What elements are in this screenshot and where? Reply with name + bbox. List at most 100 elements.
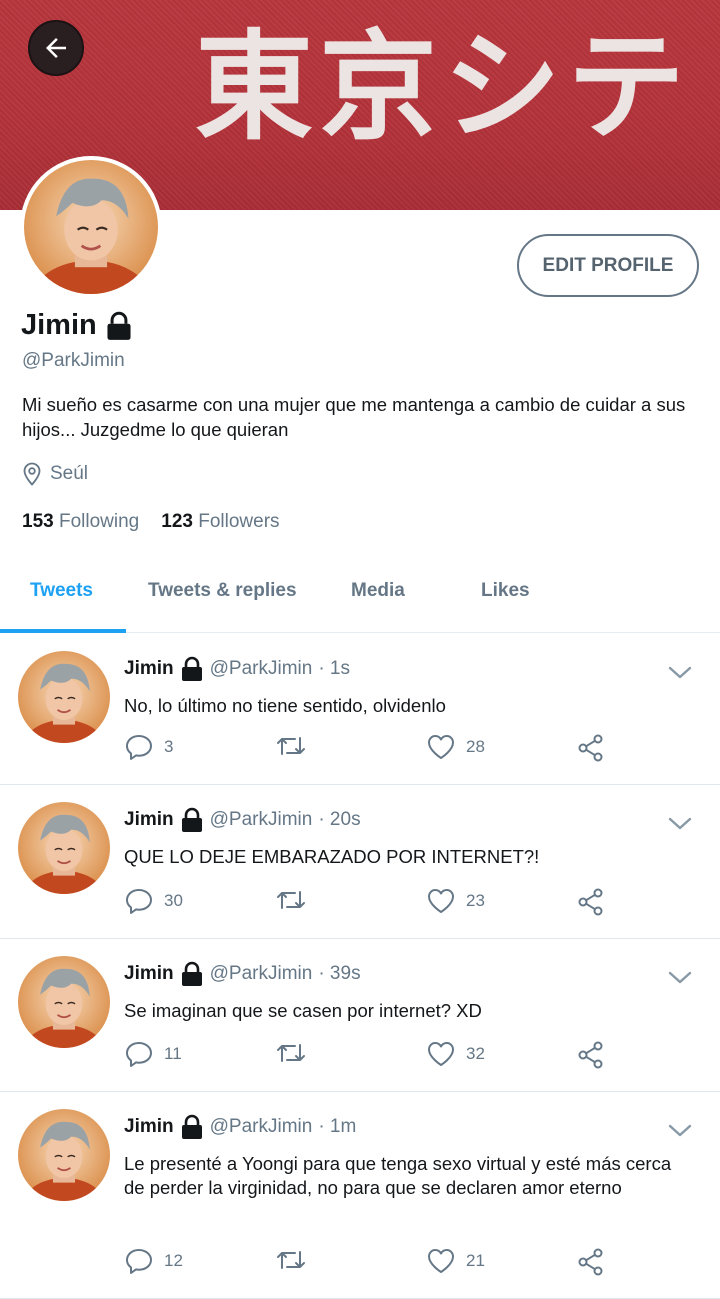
retweet-button[interactable]	[274, 733, 308, 759]
reply-count: 11	[164, 1044, 182, 1063]
arrow-left-icon	[46, 38, 66, 58]
followers-count: 123	[161, 511, 193, 532]
tweet-timestamp[interactable]: · 1m	[318, 1116, 356, 1138]
edit-profile-button[interactable]: EDIT PROFILE	[517, 234, 699, 297]
share-icon	[578, 1248, 603, 1276]
lock-icon	[107, 311, 131, 340]
tweet-text: No, lo último no tiene sentido, olvidenl…	[124, 695, 446, 716]
retweet-icon	[277, 737, 305, 755]
tweet-actions: 30 23	[124, 887, 624, 919]
tweet-timestamp[interactable]: · 39s	[318, 963, 360, 985]
tweet[interactable]: Jimin @ParkJimin · 39s Se imaginan que s…	[0, 939, 720, 1092]
tweet-author-handle[interactable]: @ParkJimin	[210, 963, 313, 985]
lock-icon	[181, 1114, 202, 1139]
like-button[interactable]: 23	[426, 887, 485, 915]
tweet-header: Jimin @ParkJimin · 20s	[124, 807, 361, 833]
tweet-actions: 3 28	[124, 733, 624, 765]
followers-link[interactable]: 123 Followers	[161, 511, 279, 533]
tweet-actions: 12 21	[124, 1247, 624, 1279]
tweet-avatar[interactable]	[18, 651, 110, 743]
tweet-header: Jimin @ParkJimin · 39s	[124, 961, 361, 987]
tweet-avatar[interactable]	[18, 956, 110, 1048]
tweet-header: Jimin @ParkJimin · 1m	[124, 1114, 356, 1140]
share-button[interactable]	[576, 1247, 606, 1277]
following-link[interactable]: 153 Following	[22, 511, 139, 533]
tab-tweets[interactable]: Tweets	[30, 580, 93, 602]
like-count: 28	[466, 737, 485, 756]
lock-icon	[181, 807, 202, 832]
tweet-timestamp[interactable]: · 20s	[318, 809, 360, 831]
active-tab-indicator	[0, 629, 126, 633]
reply-icon	[126, 889, 152, 914]
like-button[interactable]: 21	[426, 1247, 485, 1275]
tweet-author-name[interactable]: Jimin	[124, 658, 174, 680]
lock-icon	[181, 961, 202, 986]
chevron-down-icon[interactable]	[666, 1120, 694, 1140]
share-icon	[578, 734, 603, 762]
heart-icon	[428, 1249, 454, 1273]
following-label: Following	[58, 511, 140, 532]
tab-tweets-replies[interactable]: Tweets & replies	[148, 580, 297, 602]
like-button[interactable]: 32	[426, 1040, 485, 1068]
reply-icon	[126, 1249, 152, 1274]
reply-button[interactable]: 12	[124, 1247, 183, 1275]
retweet-icon	[277, 891, 305, 909]
tweet-text: Se imaginan que se casen por internet? X…	[124, 1000, 482, 1021]
tweet-author-handle[interactable]: @ParkJimin	[210, 658, 313, 680]
reply-count: 3	[164, 737, 174, 756]
avatar-image	[24, 160, 158, 294]
reply-count: 12	[164, 1251, 183, 1270]
reply-button[interactable]: 11	[124, 1040, 182, 1068]
avatar-image	[18, 802, 110, 894]
tweet-menu-button[interactable]	[666, 1120, 694, 1145]
profile-name-row: Jimin	[21, 309, 133, 342]
share-button[interactable]	[576, 887, 606, 917]
profile-name: Jimin	[21, 309, 97, 341]
follow-stats: 153 Following 123 Followers	[22, 511, 280, 533]
profile-avatar[interactable]	[20, 156, 162, 298]
tweet[interactable]: Jimin @ParkJimin · 1s No, lo último no t…	[0, 634, 720, 785]
reply-icon	[126, 735, 152, 760]
chevron-down-icon[interactable]	[666, 662, 694, 682]
lock-icon	[181, 656, 202, 681]
chevron-down-icon[interactable]	[666, 813, 694, 833]
chevron-down-icon[interactable]	[666, 967, 694, 987]
tweet[interactable]: Jimin @ParkJimin · 1m Le presenté a Yoon…	[0, 1092, 720, 1299]
tweet-avatar[interactable]	[18, 802, 110, 894]
retweet-button[interactable]	[274, 1040, 308, 1066]
tweet-header: Jimin @ParkJimin · 1s	[124, 656, 350, 682]
share-icon	[578, 1041, 603, 1069]
tab-media[interactable]: Media	[351, 580, 405, 602]
reply-button[interactable]: 30	[124, 887, 183, 915]
retweet-icon	[277, 1251, 305, 1269]
tweet-author-handle[interactable]: @ParkJimin	[210, 1116, 313, 1138]
reply-button[interactable]: 3	[124, 733, 173, 761]
tweet-avatar[interactable]	[18, 1109, 110, 1201]
tweet-actions: 11 32	[124, 1040, 624, 1072]
like-button[interactable]: 28	[426, 733, 485, 761]
share-button[interactable]	[576, 733, 606, 763]
tweet-author-name[interactable]: Jimin	[124, 963, 174, 985]
tweet-menu-button[interactable]	[666, 662, 694, 687]
share-button[interactable]	[576, 1040, 606, 1070]
profile-handle: @ParkJimin	[22, 350, 125, 371]
location-text: Seúl	[50, 463, 89, 484]
heart-icon	[428, 1042, 454, 1066]
tweet-timestamp[interactable]: · 1s	[318, 658, 350, 680]
heart-icon	[428, 889, 454, 913]
avatar-image	[18, 651, 110, 743]
tweet-text: QUE LO DEJE EMBARAZADO POR INTERNET?!	[124, 846, 540, 867]
reply-icon	[126, 1042, 152, 1067]
tweet-menu-button[interactable]	[666, 967, 694, 992]
retweet-button[interactable]	[274, 1247, 308, 1273]
tweet-author-name[interactable]: Jimin	[124, 809, 174, 831]
tweet[interactable]: Jimin @ParkJimin · 20s QUE LO DEJE EMBAR…	[0, 785, 720, 939]
tweet-author-handle[interactable]: @ParkJimin	[210, 809, 313, 831]
tweet-author-name[interactable]: Jimin	[124, 1116, 174, 1138]
banner-text: 東京シテ	[195, 18, 692, 156]
tweet-menu-button[interactable]	[666, 813, 694, 838]
tab-likes[interactable]: Likes	[481, 580, 530, 602]
retweet-button[interactable]	[274, 887, 308, 913]
back-button[interactable]	[28, 20, 84, 76]
tweet-text: Le presenté a Yoongi para que tenga sexo…	[124, 1153, 672, 1198]
